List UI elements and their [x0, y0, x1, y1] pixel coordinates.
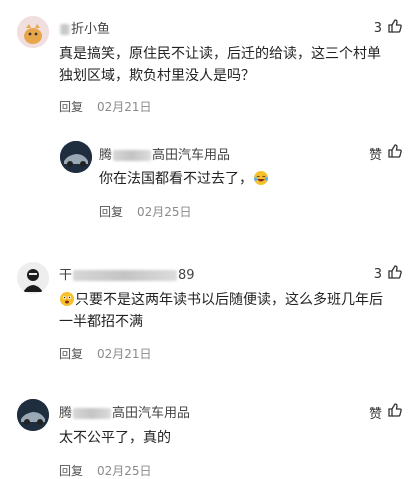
like-count: 3	[373, 266, 382, 282]
redacted-name	[73, 408, 112, 419]
thumb-up-icon	[387, 402, 403, 422]
reply-button[interactable]: 回复	[59, 462, 83, 479]
redacted-name	[60, 24, 70, 35]
comment-date: 02月21日	[97, 347, 152, 361]
reply-text: 你在法国都看不过去了，	[99, 168, 379, 190]
like-button[interactable]: 赞	[369, 402, 403, 422]
comment-author[interactable]: 折小鱼	[59, 18, 110, 37]
comment-author[interactable]: 腾高田汽车用品	[59, 402, 190, 421]
avatar[interactable]	[17, 399, 49, 431]
avatar[interactable]	[17, 262, 49, 294]
like-button[interactable]: 赞	[369, 143, 403, 163]
shocked-emoji	[59, 291, 75, 307]
avatar[interactable]	[60, 141, 92, 173]
reply-button[interactable]: 回复	[59, 345, 83, 362]
comment-text: 太不公平了，真的	[59, 430, 171, 446]
like-count: 3	[373, 20, 382, 36]
comment-text: 只要不是这两年读书以后随便读，这么多班几年后一半都招不满	[59, 291, 383, 330]
reply-date: 02月25日	[137, 205, 192, 219]
comment-text: 真是搞笑，原住民不让读，后迁的给读，这三个村单独划区域，欺负村里没人是吗？	[59, 46, 381, 84]
avatar[interactable]	[17, 16, 49, 48]
reply-author[interactable]: 腾高田汽车用品	[99, 144, 230, 163]
like-label: 赞	[368, 406, 382, 422]
comment-meta: 回复 02月21日	[59, 345, 152, 362]
comment-meta: 回复 02月21日	[59, 98, 152, 115]
like-button[interactable]: 3	[374, 18, 403, 38]
comment-author[interactable]: 干 89	[59, 264, 195, 283]
like-label: 赞	[368, 147, 382, 163]
comment-date: 02月25日	[97, 464, 152, 478]
like-button[interactable]: 3	[374, 264, 403, 284]
thumb-up-icon	[387, 18, 403, 38]
thumb-up-icon	[387, 143, 403, 163]
redacted-name	[73, 270, 178, 281]
redacted-name	[113, 150, 152, 161]
laugh-cry-emoji	[253, 170, 269, 186]
thumb-up-icon	[387, 264, 403, 284]
reply-button[interactable]: 回复	[99, 203, 123, 220]
comment-meta: 回复 02月25日	[59, 462, 152, 479]
reply-meta: 回复 02月25日	[99, 203, 192, 220]
comment-date: 02月21日	[97, 100, 152, 114]
reply-button[interactable]: 回复	[59, 98, 83, 115]
